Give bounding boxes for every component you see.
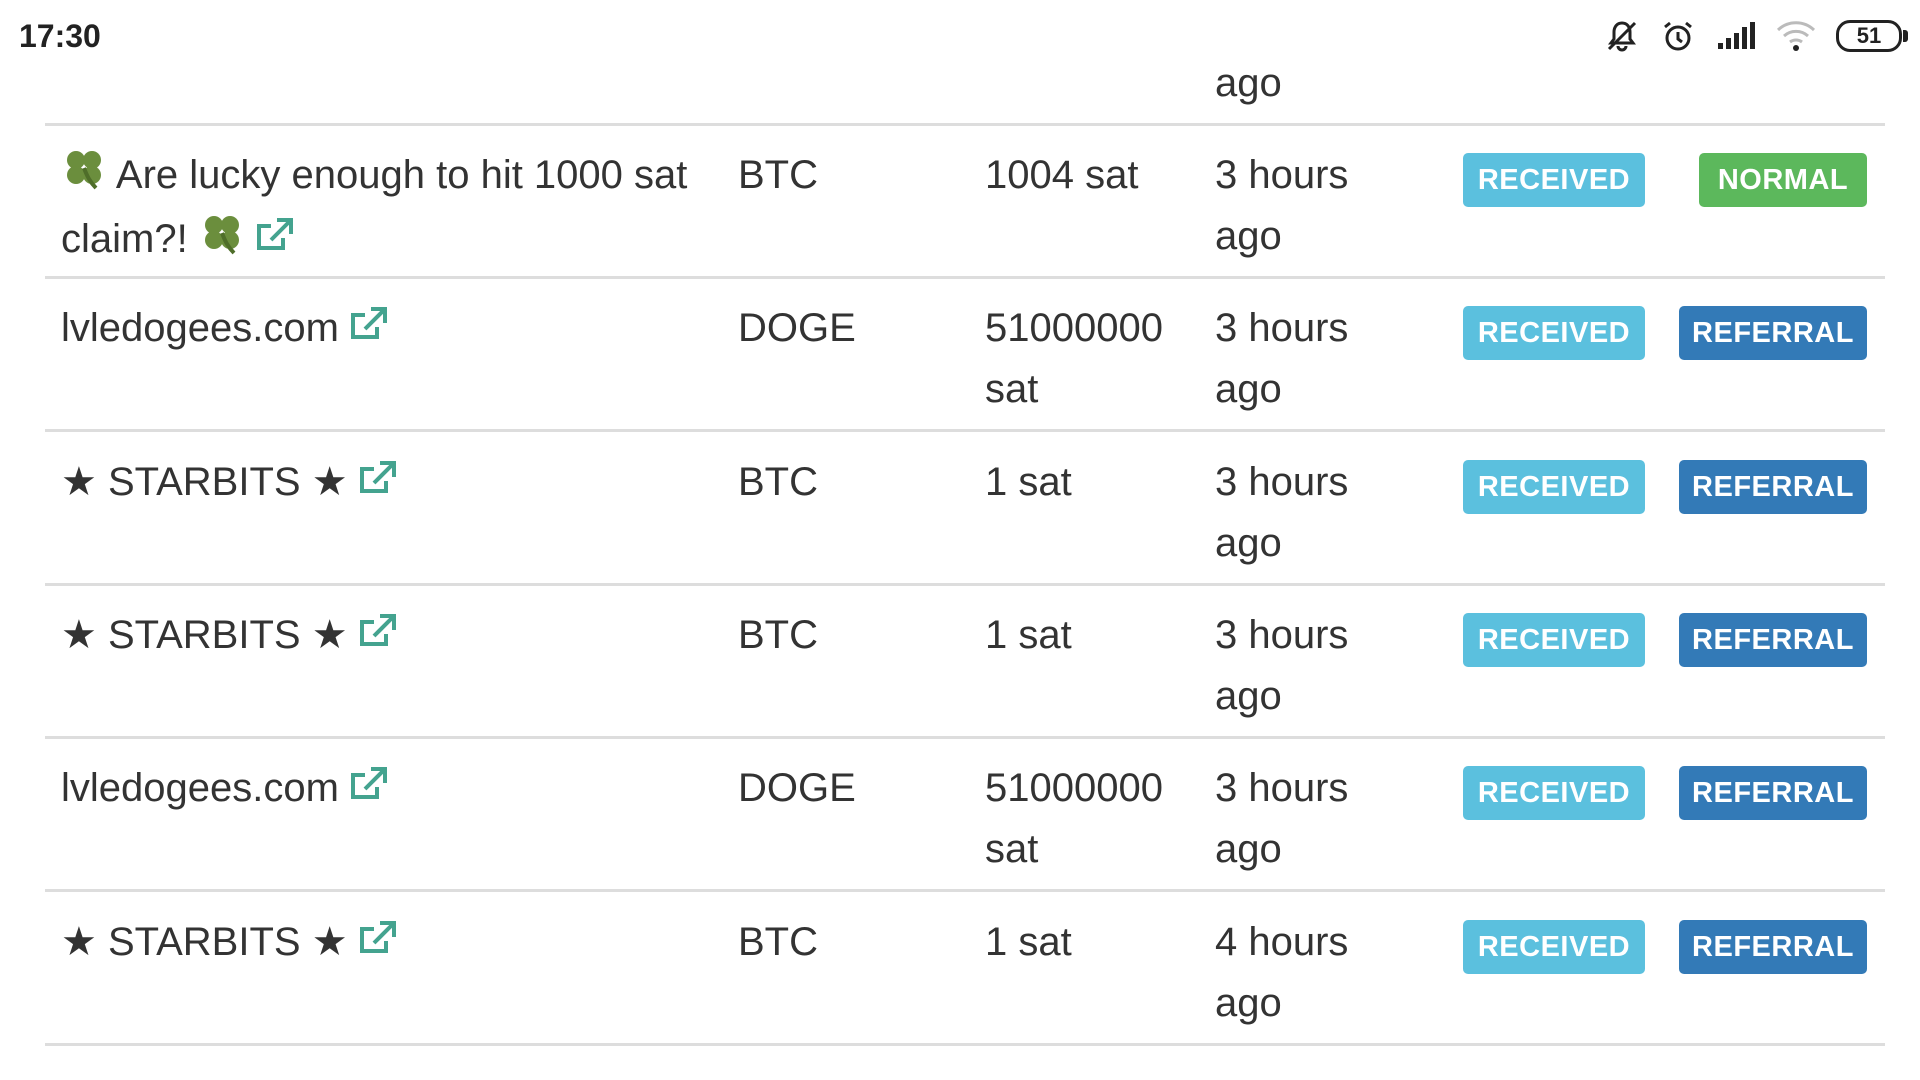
time-cell: 3 hours ago — [1215, 153, 1349, 258]
status-icons: 51 — [1604, 14, 1908, 58]
status-badge: RECEIVED — [1463, 920, 1645, 974]
faucet-name-text: ★ STARBITS ★ — [61, 460, 348, 504]
table-row: lvledogees.com DOGE 51000000 sat 3 hours ag… — [45, 276, 1885, 432]
type-badge: REFERRAL — [1679, 306, 1867, 360]
coin-cell: BTC — [738, 613, 818, 657]
table-row: ★ STARBITS ★ BTC 1 sat 3 hours ago RECEIVED R… — [45, 583, 1885, 739]
alarm-icon — [1660, 18, 1696, 54]
faucet-name-text: ★ STARBITS ★ — [61, 613, 348, 657]
coin-cell: BTC — [738, 153, 818, 197]
external-link-icon[interactable] — [356, 607, 398, 668]
status-time: 17:30 — [19, 18, 101, 54]
faucet-name[interactable]: lvledogees.com — [61, 758, 701, 821]
amount-cell: 1 sat — [985, 613, 1072, 657]
type-badge: REFERRAL — [1679, 920, 1867, 974]
time-cell: 3 hours ago — [1215, 766, 1349, 871]
coin-cell: DOGE — [738, 306, 856, 350]
coin-cell: BTC — [738, 460, 818, 504]
amount-cell: 1 sat — [985, 920, 1072, 964]
faucet-name-text: lvledogees.com — [61, 306, 339, 350]
type-badge: NORMAL — [1699, 153, 1867, 207]
faucet-name[interactable]: ★ STARBITS ★ — [61, 452, 701, 515]
faucet-name[interactable]: ★ STARBITS ★ — [61, 605, 701, 668]
table-row: Are lucky enough to hit 1000 sat claim?!… — [45, 123, 1885, 279]
status-bar: 17:30 51 — [0, 0, 1920, 72]
table-row: ★ STARBITS ★ BTC 1 sat 4 hours ago RECEIVED R… — [45, 890, 1885, 1046]
coin-cell: BTC — [738, 920, 818, 964]
status-badge: RECEIVED — [1463, 153, 1645, 207]
type-badge: REFERRAL — [1679, 766, 1867, 820]
type-badge: REFERRAL — [1679, 460, 1867, 514]
status-badge: RECEIVED — [1463, 766, 1645, 820]
battery-icon: 51 — [1836, 20, 1908, 52]
amount-cell: 51000000 sat — [985, 766, 1163, 871]
time-cell: 3 hours ago — [1215, 460, 1349, 565]
external-link-icon[interactable] — [347, 300, 389, 361]
external-link-icon[interactable] — [356, 454, 398, 515]
status-badge: RECEIVED — [1463, 306, 1645, 360]
amount-cell: 1 sat — [985, 460, 1072, 504]
signal-icon — [1716, 21, 1756, 51]
table-row: ★ STARBITS ★ BTC 1 sat 3 hours ago RECEIVED R… — [45, 430, 1885, 586]
clover-icon — [61, 145, 107, 209]
amount-cell: 1004 sat — [985, 153, 1139, 197]
status-badge: RECEIVED — [1463, 460, 1645, 514]
time-cell: 3 hours ago — [1215, 306, 1349, 411]
time-cell: 4 hours ago — [1215, 920, 1349, 1025]
faucet-name[interactable]: lvledogees.com — [61, 298, 701, 361]
wifi-icon — [1776, 20, 1816, 52]
amount-cell: 51000000 sat — [985, 306, 1163, 411]
clover-icon — [199, 210, 245, 274]
faucet-name-text: Are lucky enough to hit 1000 sat claim?! — [61, 153, 688, 262]
external-link-icon[interactable] — [356, 914, 398, 975]
faucet-name-text: lvledogees.com — [61, 766, 339, 810]
coin-cell: DOGE — [738, 766, 856, 810]
faucet-name-text: ★ STARBITS ★ — [61, 920, 348, 964]
faucet-name[interactable]: ★ STARBITS ★ — [61, 912, 701, 975]
table-row: lvledogees.com DOGE 51000000 sat 3 hours ag… — [45, 736, 1885, 892]
faucet-name[interactable]: Are lucky enough to hit 1000 sat claim?! — [61, 145, 701, 274]
status-badge: RECEIVED — [1463, 613, 1645, 667]
external-link-icon[interactable] — [347, 760, 389, 821]
external-link-icon[interactable] — [253, 211, 295, 272]
notifications-muted-icon — [1604, 18, 1640, 54]
time-cell: 3 hours ago — [1215, 613, 1349, 718]
type-badge: REFERRAL — [1679, 613, 1867, 667]
